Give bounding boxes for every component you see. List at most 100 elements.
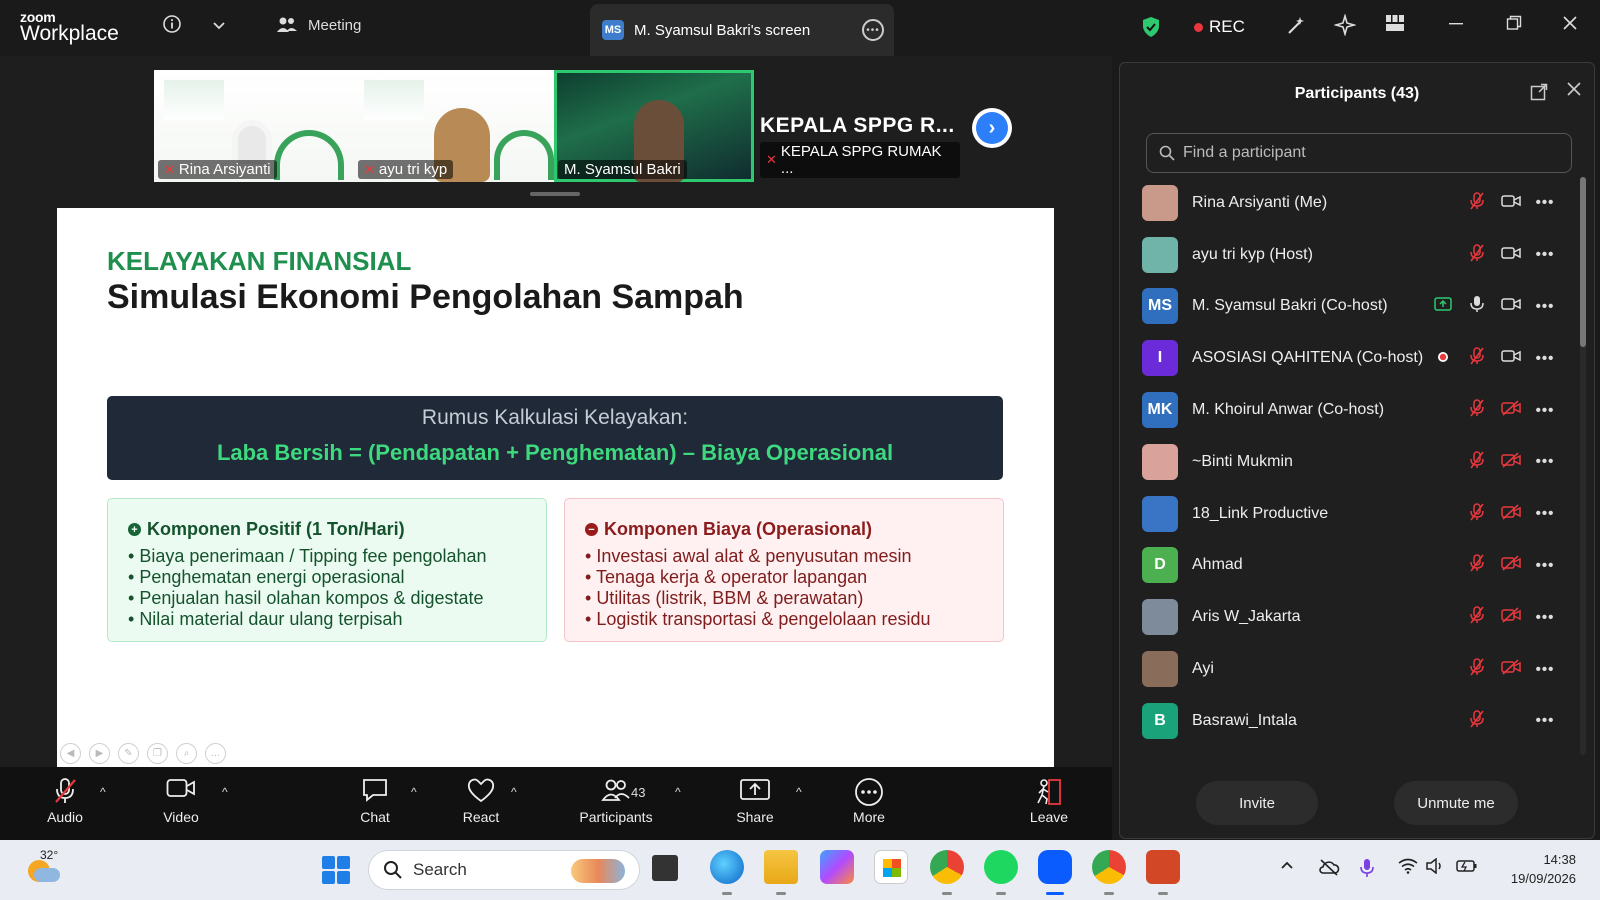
spotify-icon[interactable] <box>984 850 1018 884</box>
mic-muted-icon[interactable] <box>1460 606 1494 628</box>
participant-row[interactable]: Aris W_Jakarta ••• <box>1142 591 1562 643</box>
mic-muted-icon[interactable] <box>1460 243 1494 266</box>
video-off-icon[interactable] <box>1494 452 1528 472</box>
meeting-tab[interactable]: Meeting <box>276 16 361 34</box>
participant-row[interactable]: 18_Link Productive ••• <box>1142 488 1562 540</box>
participants-button[interactable]: Participants <box>566 777 666 825</box>
participant-row[interactable]: Rina Arsiyanti (Me) ••• <box>1142 177 1562 229</box>
chat-button[interactable]: Chat <box>330 777 420 825</box>
chrome-profile-icon[interactable] <box>1092 850 1126 884</box>
participant-row[interactable]: D Ahmad ••• <box>1142 540 1562 592</box>
audio-options-caret-icon[interactable]: ^ <box>100 785 106 799</box>
video-on-icon[interactable] <box>1494 297 1528 315</box>
mic-muted-icon[interactable] <box>1460 399 1494 421</box>
participant-row[interactable]: ~Binti Mukmin ••• <box>1142 436 1562 488</box>
more-button[interactable]: More <box>824 777 914 825</box>
zoom-icon[interactable]: ⌕ <box>176 743 197 764</box>
more-options-icon[interactable]: ••• <box>1528 505 1562 522</box>
file-explorer-icon[interactable] <box>764 850 798 884</box>
more-options-icon[interactable]: ••• <box>1528 661 1562 678</box>
video-thumbnail-active-speaker[interactable]: M. Syamsul Bakri <box>554 70 754 182</box>
leave-button[interactable]: Leave <box>1004 777 1094 825</box>
video-off-icon[interactable] <box>1494 607 1528 627</box>
video-off-icon[interactable] <box>1494 400 1528 420</box>
mic-muted-icon[interactable] <box>1460 347 1494 369</box>
prev-slide-icon[interactable]: ◀ <box>60 743 81 764</box>
task-view-icon[interactable] <box>652 855 678 881</box>
copilot-icon[interactable] <box>820 850 854 884</box>
react-options-caret-icon[interactable]: ^ <box>511 785 517 799</box>
participant-row[interactable]: MK M. Khoirul Anwar (Co-host) ••• <box>1142 384 1562 436</box>
microsoft-store-icon[interactable] <box>874 850 908 884</box>
participant-row[interactable]: B Basrawi_Intala ••• <box>1142 695 1562 747</box>
participant-row-partial[interactable] <box>1142 747 1562 749</box>
info-icon[interactable] <box>162 14 182 39</box>
participant-row[interactable]: ayu tri kyp (Host) ••• <box>1142 229 1562 281</box>
show-hidden-icons-chevron-icon[interactable] <box>1280 858 1294 877</box>
more-options-icon[interactable]: ••• <box>1528 402 1562 419</box>
edge-browser-icon[interactable] <box>710 850 744 884</box>
video-thumbnail[interactable]: ✕ ayu tri kyp <box>354 70 554 182</box>
participants-options-caret-icon[interactable]: ^ <box>675 785 681 799</box>
chevron-down-icon[interactable] <box>212 16 226 37</box>
taskbar-search-box[interactable]: Search <box>368 850 640 890</box>
more-options-icon[interactable]: ••• <box>1528 712 1562 729</box>
close-panel-icon[interactable] <box>1566 81 1582 102</box>
more-options-icon[interactable]: ••• <box>1528 246 1562 263</box>
video-on-icon[interactable] <box>1494 194 1528 212</box>
gallery-view-icon[interactable] <box>1385 14 1405 38</box>
mic-muted-icon[interactable] <box>1460 658 1494 680</box>
close-icon[interactable] <box>1562 14 1578 37</box>
more-options-icon[interactable]: ••• <box>1528 350 1562 367</box>
strip-resize-handle[interactable] <box>530 192 580 196</box>
mic-muted-icon[interactable] <box>1460 192 1494 214</box>
recording-indicator[interactable]: REC <box>1194 17 1245 37</box>
audio-button[interactable]: Audio <box>20 777 110 825</box>
battery-icon[interactable] <box>1456 858 1478 879</box>
unmute-me-button[interactable]: Unmute me <box>1394 781 1518 825</box>
magic-wand-icon[interactable] <box>1286 14 1308 42</box>
next-page-button[interactable]: › <box>972 108 1012 148</box>
next-slide-icon[interactable]: ▶ <box>89 743 110 764</box>
more-options-icon[interactable]: ••• <box>1528 194 1562 211</box>
find-participant-input[interactable]: Find a participant <box>1146 133 1572 173</box>
minimize-icon[interactable] <box>1448 14 1464 37</box>
cloud-offline-icon[interactable] <box>1318 858 1340 881</box>
participant-list-scrollbar[interactable] <box>1580 177 1586 755</box>
more-options-icon[interactable]: ••• <box>1528 453 1562 470</box>
shield-icon[interactable] <box>1141 16 1161 38</box>
restore-icon[interactable] <box>1506 14 1522 37</box>
video-options-caret-icon[interactable]: ^ <box>222 785 228 799</box>
more-options-icon[interactable]: ••• <box>1528 557 1562 574</box>
share-button[interactable]: Share <box>710 777 800 825</box>
video-off-icon[interactable] <box>1494 555 1528 575</box>
mic-muted-icon[interactable] <box>1460 451 1494 473</box>
powerpoint-icon[interactable] <box>1146 850 1180 884</box>
invite-button[interactable]: Invite <box>1196 781 1318 825</box>
microphone-tray-icon[interactable] <box>1360 858 1374 883</box>
mic-muted-icon[interactable] <box>1460 554 1494 576</box>
windows-start-icon[interactable] <box>322 856 350 884</box>
copy-icon[interactable]: ❐ <box>147 743 168 764</box>
pop-out-icon[interactable] <box>1530 83 1548 106</box>
video-on-icon[interactable] <box>1494 349 1528 367</box>
mic-muted-icon[interactable] <box>1460 710 1494 732</box>
chrome-icon[interactable] <box>930 850 964 884</box>
chat-options-caret-icon[interactable]: ^ <box>411 785 417 799</box>
ai-companion-icon[interactable] <box>1333 13 1357 42</box>
weather-widget[interactable]: 32° <box>24 848 60 886</box>
video-on-icon[interactable] <box>1494 246 1528 264</box>
taskbar-clock[interactable]: 14:38 19/09/2026 <box>1500 850 1576 888</box>
participant-row[interactable]: MS M. Syamsul Bakri (Co-host) ••• <box>1142 281 1562 333</box>
share-options-caret-icon[interactable]: ^ <box>796 785 802 799</box>
video-thumbnail-name-only[interactable]: KEPALA SPPG R... ✕ KEPALA SPPG RUMAK ... <box>760 70 960 182</box>
video-thumbnail[interactable]: ✕ Rina Arsiyanti <box>154 70 354 182</box>
wifi-icon[interactable] <box>1398 858 1418 879</box>
participant-row[interactable]: I ASOSIASI QAHITENA (Co-host) ••• <box>1142 332 1562 384</box>
participant-row[interactable]: Ayi ••• <box>1142 643 1562 695</box>
pen-icon[interactable]: ✎ <box>118 743 139 764</box>
more-icon[interactable]: … <box>205 743 226 764</box>
video-off-icon[interactable] <box>1494 659 1528 679</box>
more-options-icon[interactable]: ••• <box>1528 609 1562 626</box>
video-off-icon[interactable] <box>1494 504 1528 524</box>
